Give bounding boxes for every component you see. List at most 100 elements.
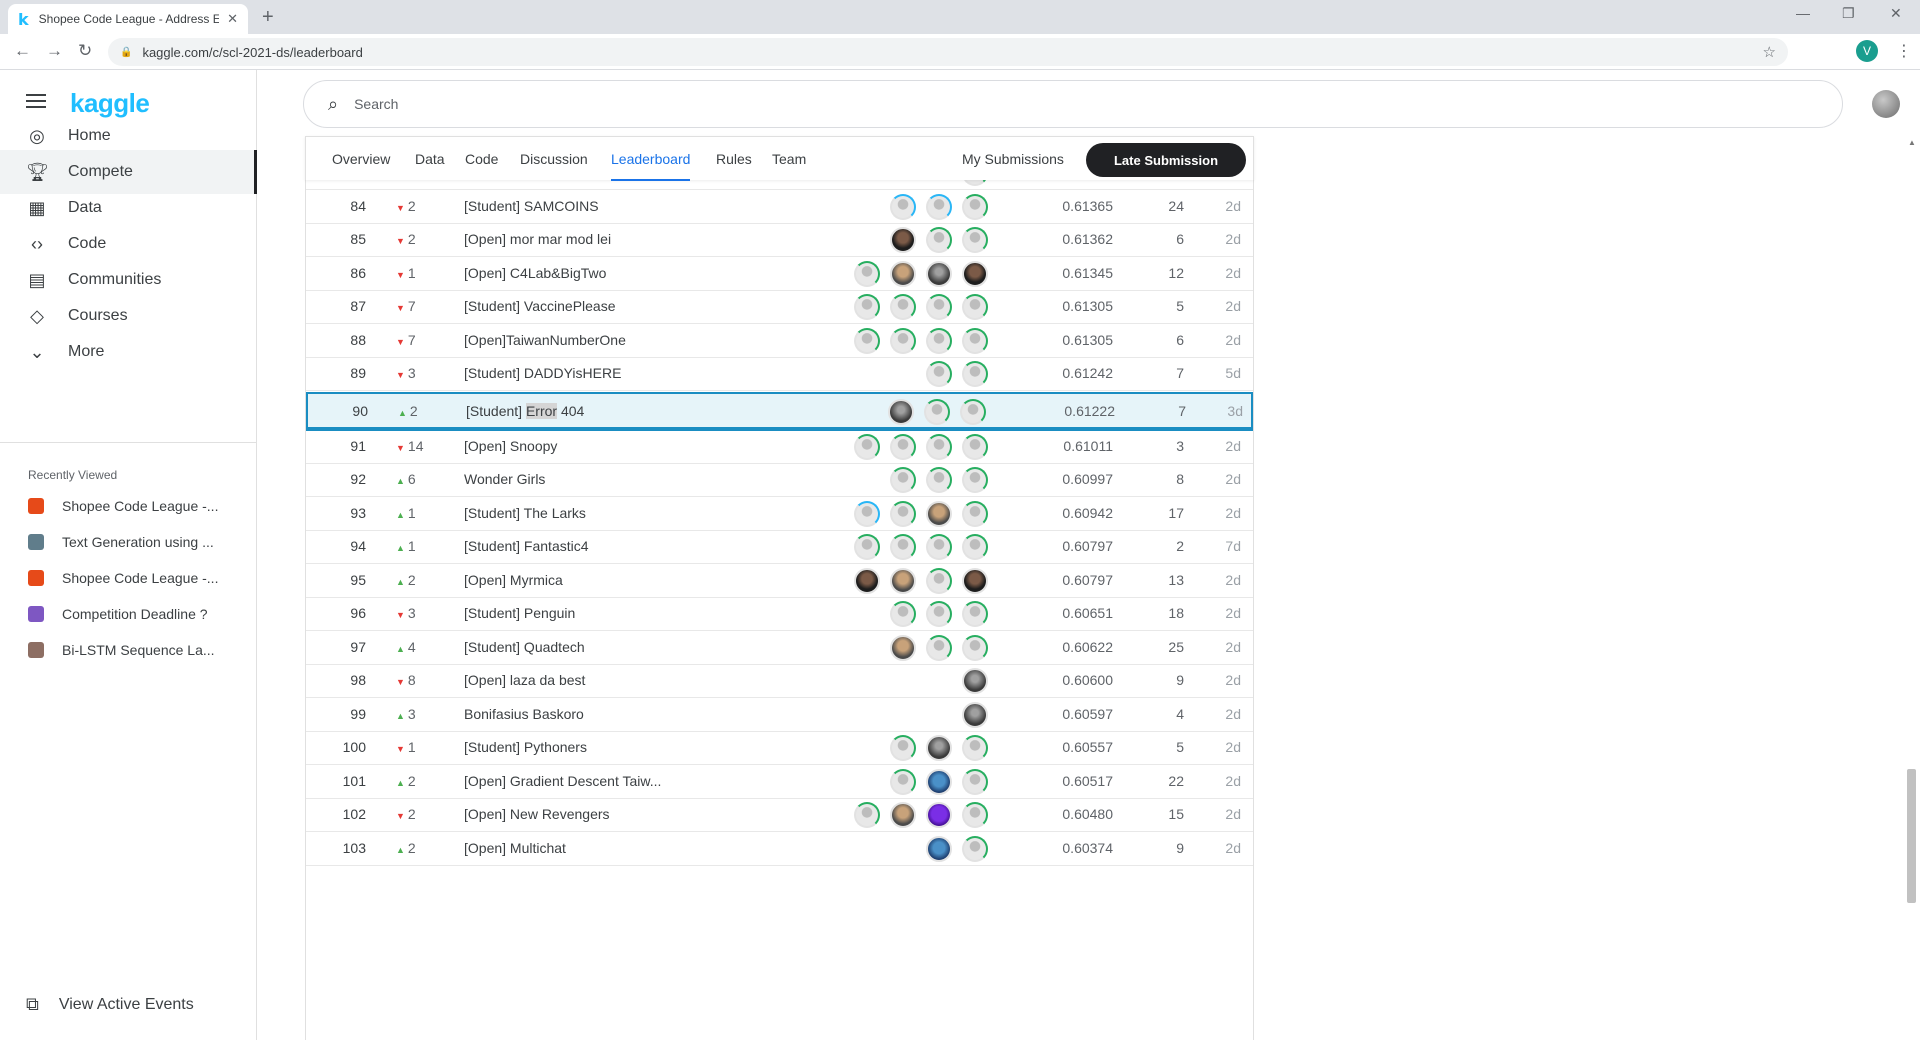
recent-item[interactable]: Bi-LSTM Sequence La... xyxy=(28,636,238,664)
member-avatar[interactable] xyxy=(890,261,916,287)
member-avatar[interactable] xyxy=(890,601,916,627)
member-avatar[interactable] xyxy=(890,534,916,560)
member-avatar[interactable] xyxy=(962,802,988,828)
table-row[interactable]: 88 ▼ 7 [Open]TaiwanNumberOne 0.61305 6 2d xyxy=(306,324,1253,358)
new-tab-icon[interactable]: + xyxy=(262,6,274,29)
member-avatar[interactable] xyxy=(890,467,916,493)
team-name[interactable]: [Student] Penguin xyxy=(464,597,824,630)
member-avatar[interactable] xyxy=(962,735,988,761)
my-submissions-link[interactable]: My Submissions xyxy=(962,137,1064,181)
member-avatar[interactable] xyxy=(926,294,952,320)
team-name[interactable]: [Student] Fantastic4 xyxy=(464,530,824,563)
member-avatar[interactable] xyxy=(926,601,952,627)
late-submission-button[interactable]: Late Submission xyxy=(1086,143,1246,177)
member-avatar[interactable] xyxy=(926,735,952,761)
team-name[interactable]: [Student] VaccinePlease xyxy=(464,290,824,323)
table-row[interactable]: 96 ▼ 3 [Student] Penguin 0.60651 18 2d xyxy=(306,597,1253,631)
member-avatar[interactable] xyxy=(890,802,916,828)
member-avatar[interactable] xyxy=(926,501,952,527)
table-row[interactable]: 102 ▼ 2 [Open] New Revengers 0.60480 15 2d xyxy=(306,798,1253,832)
member-avatar[interactable] xyxy=(890,328,916,354)
table-row[interactable]: 97 ▲ 4 [Student] Quadtech 0.60622 25 2d xyxy=(306,631,1253,665)
table-row[interactable]: 93 ▲ 1 [Student] The Larks 0.60942 17 2d xyxy=(306,497,1253,531)
member-avatar[interactable] xyxy=(926,227,952,253)
table-row-current-team[interactable]: 90 ▲ 2 [Student] Error 404 0.61222 7 3d xyxy=(306,392,1253,431)
member-avatar[interactable] xyxy=(962,635,988,661)
browser-profile-avatar[interactable]: V xyxy=(1856,40,1878,62)
member-avatar[interactable] xyxy=(854,501,880,527)
member-avatar[interactable] xyxy=(962,568,988,594)
tab-rules[interactable]: Rules xyxy=(716,137,752,181)
team-name[interactable]: [Open] Snoopy xyxy=(464,430,824,463)
team-name[interactable]: [Student] EconXD xyxy=(464,180,824,189)
recent-item[interactable]: Competition Deadline ? xyxy=(28,600,238,628)
team-name[interactable]: [Open] laza da best xyxy=(464,664,824,697)
team-name[interactable]: [Student] Quadtech xyxy=(464,631,824,664)
member-avatar[interactable] xyxy=(962,534,988,560)
recent-item[interactable]: Shopee Code League -... xyxy=(28,564,238,592)
team-name[interactable]: [Open] New Revengers xyxy=(464,798,824,831)
member-avatar[interactable] xyxy=(890,735,916,761)
member-avatar[interactable] xyxy=(962,361,988,387)
member-avatar[interactable] xyxy=(926,328,952,354)
browser-menu-icon[interactable]: ⋮ xyxy=(1896,41,1912,61)
member-avatar[interactable] xyxy=(854,328,880,354)
team-name[interactable]: Bonifasius Baskoro xyxy=(464,698,824,731)
close-tab-icon[interactable]: ✕ xyxy=(227,11,238,27)
team-name[interactable]: [Student] Error 404 xyxy=(466,394,826,429)
team-name[interactable]: Wonder Girls xyxy=(464,463,824,496)
tab-overview[interactable]: Overview xyxy=(332,137,390,181)
browser-tab[interactable]: k Shopee Code League - Address E ✕ xyxy=(8,4,248,34)
table-row[interactable]: 86 ▼ 1 [Open] C4Lab&BigTwo 0.61345 12 2d xyxy=(306,257,1253,291)
address-bar[interactable]: 🔒 kaggle.com/c/scl-2021-ds/leaderboard ☆ xyxy=(108,38,1788,66)
member-avatar[interactable] xyxy=(926,434,952,460)
team-name[interactable]: [Open] Myrmica xyxy=(464,564,824,597)
hamburger-menu-icon[interactable] xyxy=(26,94,46,112)
reload-icon[interactable]: ↻ xyxy=(78,41,92,61)
team-name[interactable]: [Open]TaiwanNumberOne xyxy=(464,324,824,357)
table-row[interactable]: 100 ▼ 1 [Student] Pythoners 0.60557 5 2d xyxy=(306,731,1253,765)
sidebar-item-more[interactable]: ⌄ More xyxy=(0,330,256,374)
member-avatar[interactable] xyxy=(962,769,988,795)
member-avatar[interactable] xyxy=(962,601,988,627)
table-row[interactable]: 91 ▼ 14 [Open] Snoopy 0.61011 3 2d xyxy=(306,430,1253,464)
member-avatar[interactable] xyxy=(854,568,880,594)
back-icon[interactable]: ← xyxy=(14,41,31,61)
member-avatar[interactable] xyxy=(924,399,950,425)
tab-team[interactable]: Team xyxy=(772,137,806,181)
tab-data[interactable]: Data xyxy=(415,137,445,181)
forward-icon[interactable]: → xyxy=(46,41,63,61)
user-avatar[interactable] xyxy=(1872,90,1900,118)
team-name[interactable]: [Open] C4Lab&BigTwo xyxy=(464,257,824,290)
table-row[interactable]: 98 ▼ 8 [Open] laza da best 0.60600 9 2d xyxy=(306,664,1253,698)
table-row[interactable]: 83▲8[Student] EconXD0.6138527d xyxy=(306,180,1253,190)
member-avatar[interactable] xyxy=(926,467,952,493)
member-avatar[interactable] xyxy=(890,568,916,594)
member-avatar[interactable] xyxy=(888,399,914,425)
team-name[interactable]: [Open] Gradient Descent Taiw... xyxy=(464,765,824,798)
team-name[interactable]: [Open] mor mar mod lei xyxy=(464,223,824,256)
member-avatar[interactable] xyxy=(854,294,880,320)
member-avatar[interactable] xyxy=(962,328,988,354)
tab-leaderboard[interactable]: Leaderboard xyxy=(611,137,691,181)
member-avatar[interactable] xyxy=(962,501,988,527)
tab-discussion[interactable]: Discussion xyxy=(520,137,588,181)
team-name[interactable]: [Student] DADDYisHERE xyxy=(464,357,824,390)
member-avatar[interactable] xyxy=(926,534,952,560)
member-avatar[interactable] xyxy=(890,501,916,527)
member-avatar[interactable] xyxy=(962,668,988,694)
member-avatar[interactable] xyxy=(962,836,988,862)
team-name[interactable]: [Student] The Larks xyxy=(464,497,824,530)
scrollbar-thumb[interactable] xyxy=(1907,769,1916,903)
search-input[interactable]: ⌕ Search xyxy=(303,80,1843,128)
minimize-icon[interactable]: — xyxy=(1796,5,1810,21)
table-row[interactable]: 89 ▼ 3 [Student] DADDYisHERE 0.61242 7 5d xyxy=(306,357,1253,391)
table-row[interactable]: 85 ▼ 2 [Open] mor mar mod lei 0.61362 6 2d xyxy=(306,223,1253,257)
member-avatar[interactable] xyxy=(926,635,952,661)
table-row[interactable]: 87 ▼ 7 [Student] VaccinePlease 0.61305 5 2d xyxy=(306,290,1253,324)
restore-icon[interactable]: ❐ xyxy=(1842,5,1855,22)
member-avatar[interactable] xyxy=(926,836,952,862)
member-avatar[interactable] xyxy=(926,802,952,828)
member-avatar[interactable] xyxy=(962,702,988,728)
scroll-up-icon[interactable]: ▲ xyxy=(1908,138,1916,147)
